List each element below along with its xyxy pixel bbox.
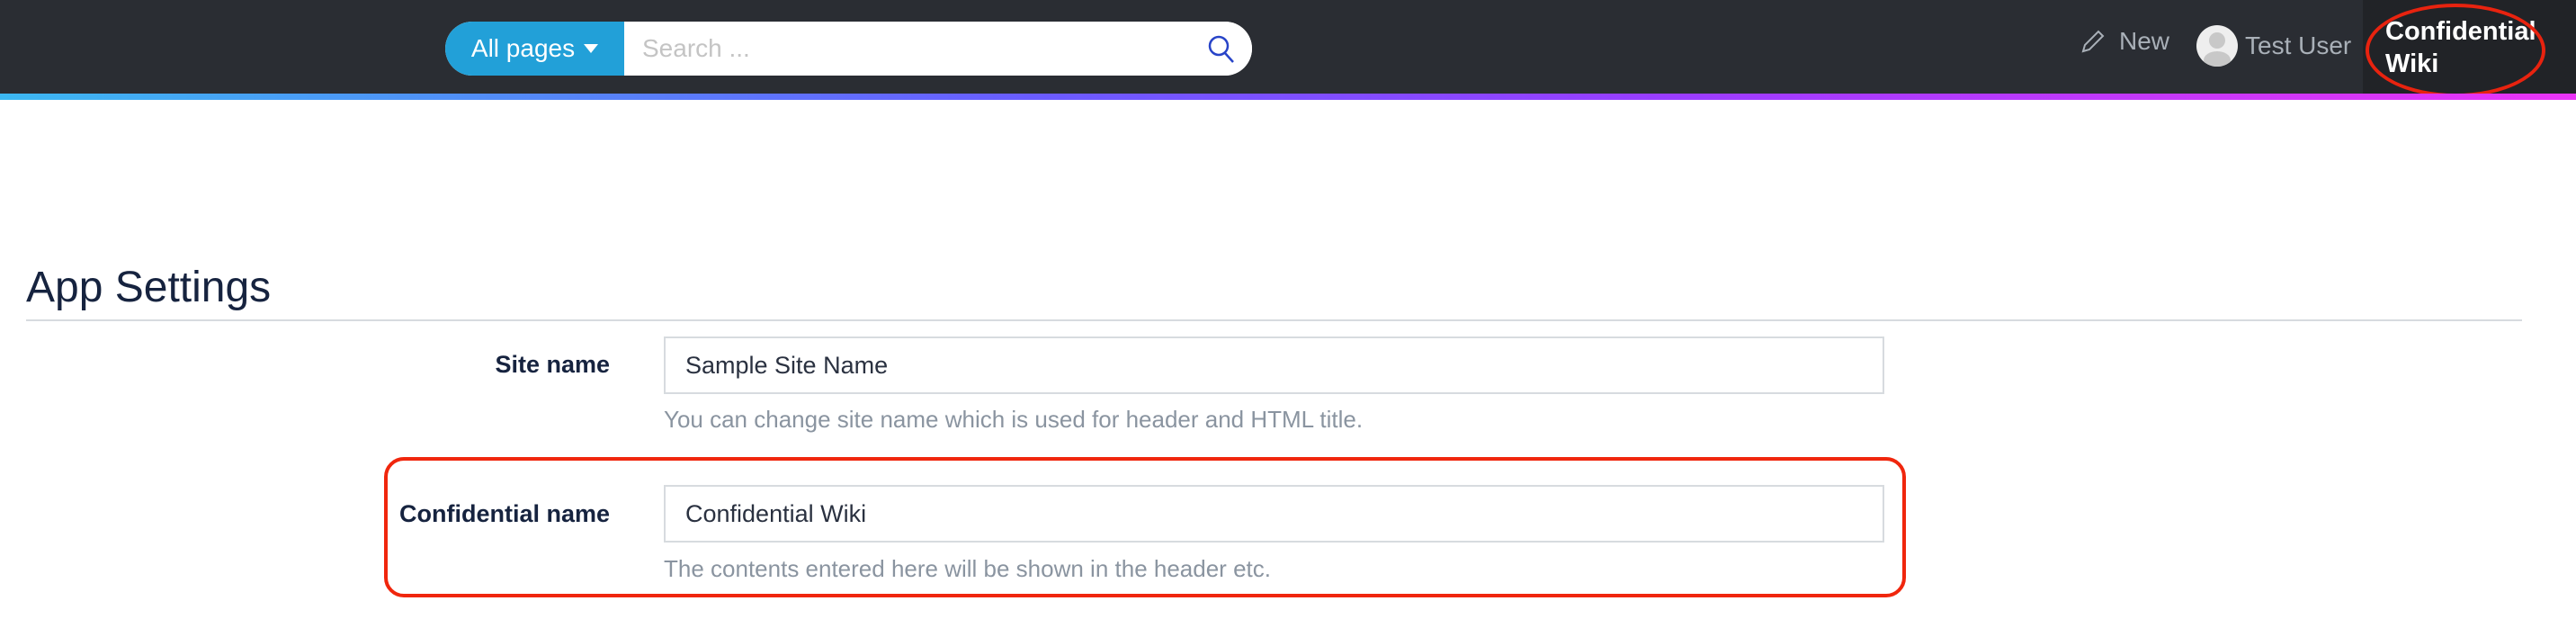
new-label: New — [2119, 27, 2170, 55]
search-input[interactable] — [624, 22, 1252, 76]
scope-label: All pages — [470, 34, 576, 62]
page-title: App Settings — [26, 264, 272, 311]
header-gradient-bar — [0, 94, 2576, 100]
confidential-name-label: Confidential name — [398, 500, 610, 527]
scope-dropdown[interactable]: All pages — [445, 22, 624, 76]
divider — [26, 319, 2522, 321]
search-bar: All pages — [445, 22, 1252, 76]
user-menu[interactable]: Test User — [2196, 25, 2351, 67]
confidential-name-input[interactable] — [664, 485, 1884, 543]
site-name-input[interactable] — [664, 336, 1884, 394]
navbar: All pages New Test User Confidential Wik… — [0, 0, 2576, 97]
pencil-icon — [2081, 30, 2105, 53]
site-name-label: Site name — [495, 351, 610, 378]
highlight-ellipse — [2366, 4, 2545, 97]
search-icon[interactable] — [1207, 34, 1236, 65]
confidential-name-help: The contents entered here will be shown … — [664, 555, 1271, 582]
caret-down-icon — [584, 44, 599, 53]
new-page-button[interactable]: New — [2080, 27, 2169, 56]
user-name: Test User — [2245, 31, 2352, 59]
avatar — [2196, 25, 2238, 67]
site-name-help: You can change site name which is used f… — [664, 406, 1364, 433]
